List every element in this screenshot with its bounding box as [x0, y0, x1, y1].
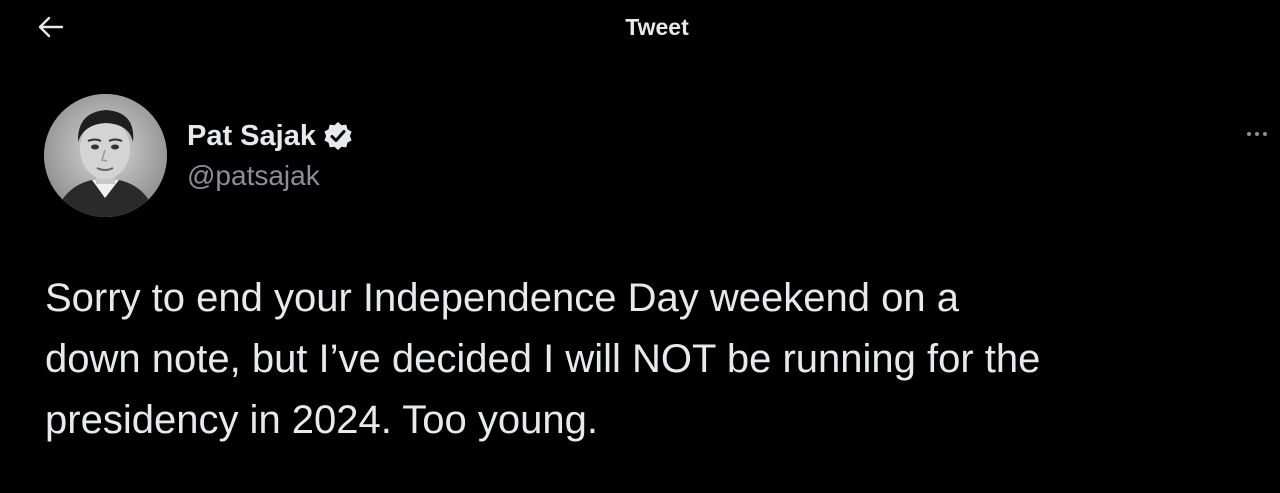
- more-options-icon: [1246, 124, 1268, 142]
- tweet-author: Pat Sajak @patsajak: [187, 116, 354, 192]
- page-title: Tweet: [625, 14, 689, 40]
- author-name-row: Pat Sajak: [187, 116, 354, 156]
- tweet-text: Sorry to end your Independence Day weeke…: [45, 276, 1041, 442]
- author-handle[interactable]: @patsajak: [187, 160, 354, 192]
- top-bar: Tweet: [0, 0, 1280, 58]
- verified-badge-icon: [322, 120, 354, 152]
- avatar[interactable]: [44, 94, 167, 217]
- author-display-name[interactable]: Pat Sajak: [187, 120, 316, 153]
- more-options-button[interactable]: [1240, 118, 1274, 148]
